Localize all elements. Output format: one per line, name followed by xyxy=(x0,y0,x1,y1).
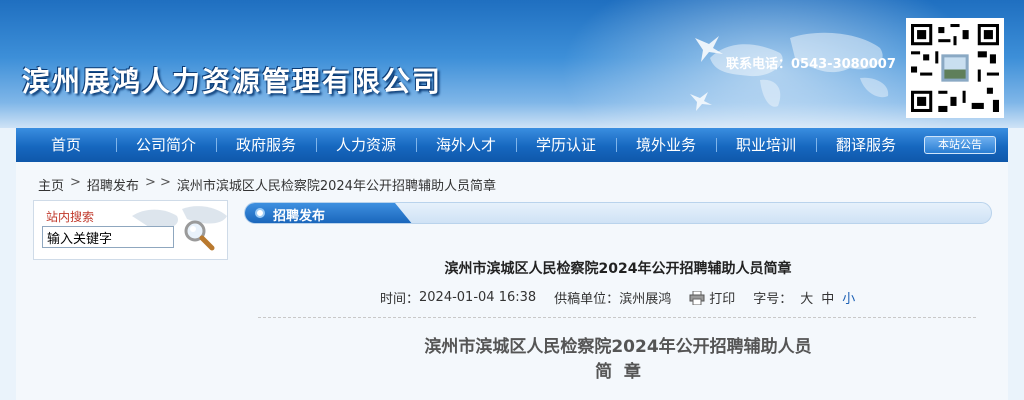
nav-item-overseas-business[interactable]: 境外业务 xyxy=(616,128,716,162)
hotline-text: 联系电话：0543-3080007 xyxy=(726,57,896,72)
nav-item-government-services[interactable]: 政府服务 xyxy=(216,128,316,162)
article-body-heading: 滨州市滨城区人民检察院2024年公开招聘辅助人员 简 章 xyxy=(244,335,992,385)
search-title: 站内搜索 xyxy=(46,210,95,224)
nav-item-degree-certification[interactable]: 学历认证 xyxy=(516,128,616,162)
search-input[interactable] xyxy=(42,226,174,248)
breadcrumb-separator: > xyxy=(70,175,81,190)
source-value: 滨州展鸿 xyxy=(619,292,672,307)
section-label: 招聘发布 xyxy=(273,209,326,224)
article-meta: 时间： 2024-01-04 16:38 供稿单位： 滨州展鸿 打印 字号： 大… xyxy=(380,288,855,307)
main-nav: 首页 公司简介 政府服务 人力资源 海外人才 学历认证 境外业务 职业培训 翻译… xyxy=(16,128,1008,162)
nav-item-home[interactable]: 首页 xyxy=(16,128,116,162)
magnifier-icon[interactable] xyxy=(182,218,216,252)
qr-code-graphic xyxy=(911,24,999,112)
breadcrumb-home-link[interactable]: 主页 xyxy=(38,175,64,194)
print-link[interactable]: 打印 xyxy=(709,288,735,307)
bullet-icon xyxy=(255,208,265,218)
nav-item-human-resources[interactable]: 人力资源 xyxy=(316,128,416,162)
source-label: 供稿单位： xyxy=(554,292,620,307)
site-search-panel: 站内搜索 xyxy=(33,200,228,260)
company-name: 滨州展鸿人力资源管理有限公司 xyxy=(22,65,443,98)
font-size-large-option[interactable]: 大 xyxy=(800,288,813,307)
section-tab xyxy=(245,203,413,223)
nav-item-company-intro[interactable]: 公司简介 xyxy=(116,128,216,162)
printer-icon[interactable] xyxy=(689,290,705,305)
divider xyxy=(258,317,976,318)
font-size-small-option[interactable]: 小 xyxy=(842,288,855,307)
time-value: 2024-01-04 16:38 xyxy=(419,290,537,305)
nav-item-overseas-talent[interactable]: 海外人才 xyxy=(416,128,516,162)
article-title: 滨州市滨城区人民检察院2024年公开招聘辅助人员简章 xyxy=(444,261,792,277)
site-announcement-button[interactable]: 本站公告 xyxy=(924,136,996,154)
fontsize-label: 字号： xyxy=(753,292,793,307)
breadcrumb-separator: > > xyxy=(144,175,171,190)
qr-code-icon xyxy=(906,18,1004,118)
article-body-heading-line2: 简 章 xyxy=(595,362,641,382)
site-header: 滨州展鸿人力资源管理有限公司 联系电话：0543-3080007 xyxy=(0,0,1024,128)
breadcrumb-current: 滨州市滨城区人民检察院2024年公开招聘辅助人员简章 xyxy=(176,179,496,194)
time-label: 时间： xyxy=(380,292,420,307)
nav-item-translation-services[interactable]: 翻译服务 xyxy=(816,128,916,162)
nav-item-vocational-training[interactable]: 职业培训 xyxy=(716,128,816,162)
font-size-medium-option[interactable]: 中 xyxy=(821,288,834,307)
article-body-heading-line1: 滨州市滨城区人民检察院2024年公开招聘辅助人员 xyxy=(424,337,812,357)
breadcrumb: 主页 > 招聘发布 > > 滨州市滨城区人民检察院2024年公开招聘辅助人员简章 xyxy=(38,175,496,194)
breadcrumb-category-link[interactable]: 招聘发布 xyxy=(87,175,139,194)
section-header-bar: 招聘发布 xyxy=(244,202,992,224)
